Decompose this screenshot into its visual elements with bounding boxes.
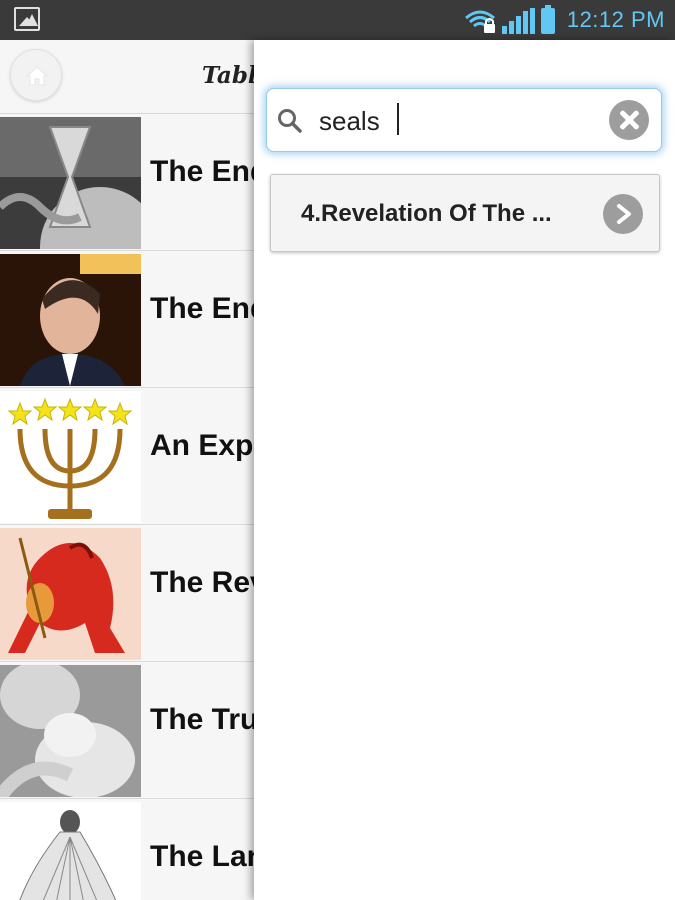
menorah-stars-image (0, 391, 141, 523)
search-result-item[interactable]: 4.Revelation Of The ... (270, 174, 660, 252)
battery-icon (541, 5, 555, 34)
list-item-title: The Tru (150, 703, 259, 736)
chevron-right-icon (603, 194, 643, 234)
gallery-icon (14, 7, 40, 31)
signal-icon (502, 8, 535, 34)
search-result-label: 4.Revelation Of The ... (301, 200, 552, 227)
list-item-title: The Rev (150, 566, 267, 599)
page-title: Tabl (202, 62, 257, 89)
search-box[interactable] (266, 88, 662, 152)
status-icons (464, 5, 555, 34)
clear-icon[interactable] (609, 100, 649, 140)
list-item-title: The End (150, 155, 269, 188)
mother-child-image (0, 665, 141, 797)
speaker-portrait-image (0, 254, 141, 386)
search-icon (278, 109, 302, 133)
status-time: 12:12 PM (566, 7, 665, 32)
list-item-title: The End (150, 292, 269, 325)
wifi-lock-icon (465, 10, 495, 33)
red-horse-rider-image (0, 528, 141, 660)
text-caret (397, 103, 399, 135)
search-panel: 4.Revelation Of The ... (254, 40, 675, 900)
hourglass-earth-image (0, 117, 141, 249)
home-icon (26, 66, 48, 86)
home-button[interactable] (10, 49, 62, 101)
list-item-title: The Lar (150, 840, 259, 873)
search-input[interactable] (319, 101, 599, 141)
status-bar: 12:12 PM (0, 0, 675, 40)
veiled-bride-image (0, 802, 141, 900)
